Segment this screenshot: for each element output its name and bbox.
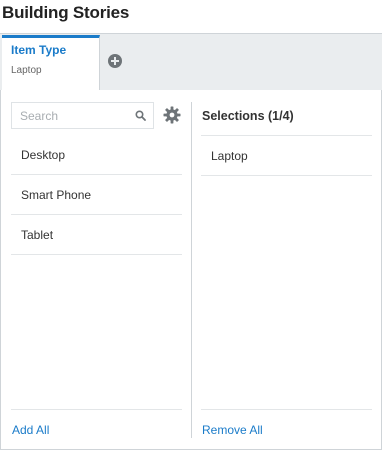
list-item[interactable]: Desktop xyxy=(11,135,182,175)
selections-title: Selections (1/4) xyxy=(202,109,294,123)
selected-item[interactable]: Laptop xyxy=(201,136,372,176)
selection-panel: Desktop Smart Phone Tablet Selections (1… xyxy=(0,90,382,450)
search-input[interactable] xyxy=(12,103,130,128)
remove-all-link[interactable]: Remove All xyxy=(202,423,263,437)
available-list: Desktop Smart Phone Tablet xyxy=(11,135,182,255)
footer-divider-left xyxy=(11,409,182,410)
search-icon[interactable] xyxy=(135,110,146,121)
add-tab-icon[interactable] xyxy=(108,54,122,68)
page-title: Building Stories xyxy=(2,3,130,22)
list-item[interactable]: Tablet xyxy=(11,215,182,255)
tab-title: Item Type xyxy=(11,43,67,57)
column-divider xyxy=(191,102,192,438)
add-all-link[interactable]: Add All xyxy=(12,423,49,437)
tab-bar: Item Type Laptop xyxy=(0,33,382,92)
footer-divider-right xyxy=(201,409,372,410)
gear-icon[interactable] xyxy=(163,106,181,124)
selections-list: Laptop xyxy=(201,135,372,176)
app-root: Building Stories Item Type Laptop Search… xyxy=(0,0,382,450)
tab-item-type[interactable]: Item Type Laptop xyxy=(2,35,100,92)
tab-subtitle: Laptop xyxy=(11,65,42,76)
search-box xyxy=(11,102,154,129)
list-item[interactable]: Smart Phone xyxy=(11,175,182,215)
